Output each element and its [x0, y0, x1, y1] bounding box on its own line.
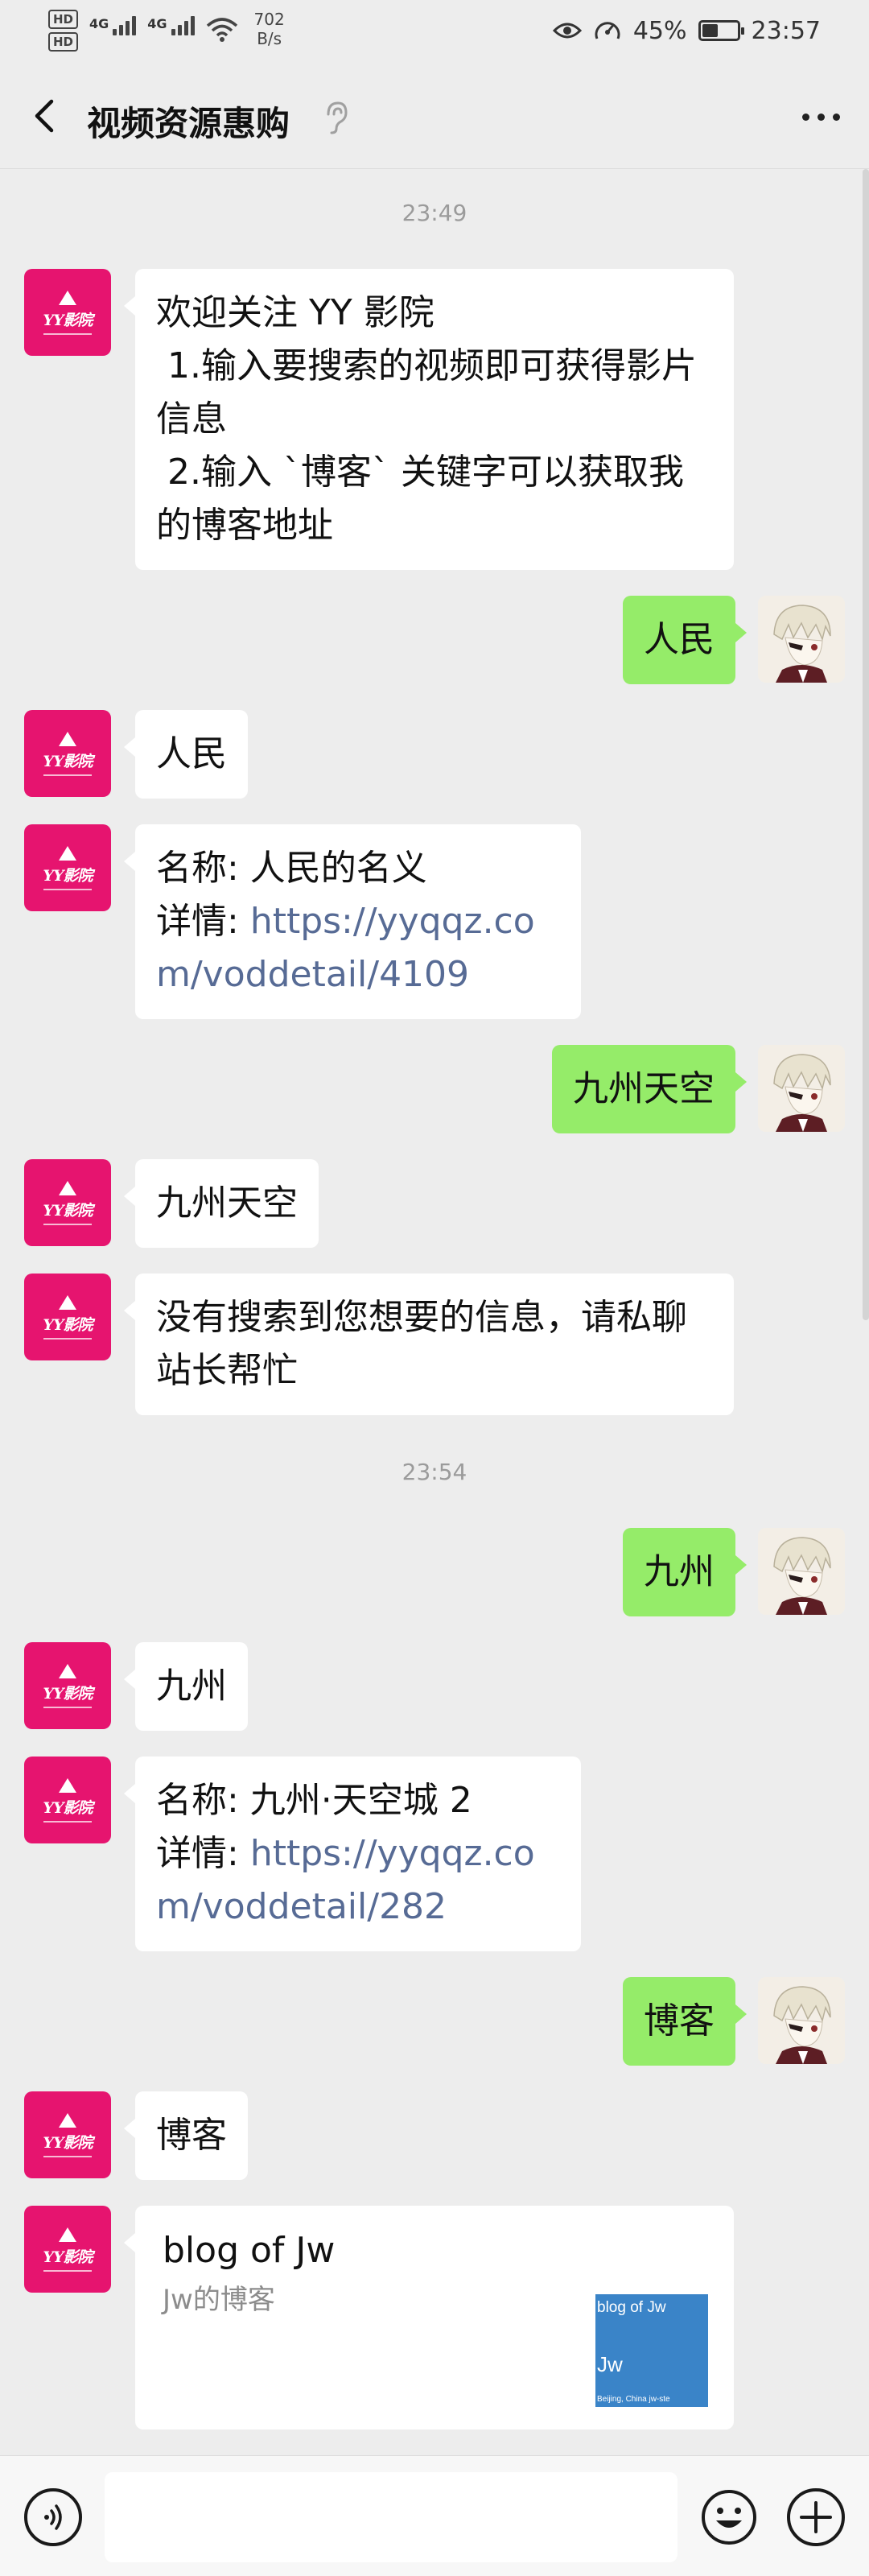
- message-bubble-in[interactable]: 名称: 九州·天空城 2 详情: https://yyqqz.com/vodde…: [124, 1757, 581, 1951]
- timestamp-2: 23:54: [402, 1459, 467, 1485]
- user-avatar-image: [758, 1977, 845, 2064]
- wifi-icon: [206, 18, 237, 42]
- bot-avatar[interactable]: YY影院: [24, 1757, 111, 1843]
- network-type-1: 4G: [89, 16, 109, 31]
- user-avatar-image: [758, 1528, 845, 1615]
- user-avatar[interactable]: [758, 1977, 845, 2064]
- input-bar: [0, 2455, 869, 2576]
- bot-avatar[interactable]: YY影院: [24, 269, 111, 356]
- detail-label: 详情:: [156, 1833, 250, 1874]
- message-bubble-out[interactable]: 博客: [623, 1977, 747, 2066]
- signal-icon-1: 4G: [89, 16, 137, 35]
- message-bubble-in[interactable]: 人民: [124, 710, 248, 799]
- network-speed-value: 702: [253, 10, 285, 29]
- message-bubble-in[interactable]: 欢迎关注 YY 影院 1.输入要搜索的视频即可获得影片信息 2.输入 `博客` …: [124, 269, 734, 570]
- link-card-thumbnail: blog of Jw Jw Beijing, China jw-ste: [595, 2294, 708, 2407]
- user-avatar[interactable]: [758, 596, 845, 683]
- battery-icon: [698, 20, 744, 41]
- bot-avatar[interactable]: YY影院: [24, 1274, 111, 1360]
- chat-area[interactable]: 23:49 YY影院 欢迎关注 YY 影院 1.输入要搜索的视频即可获得影片信息…: [0, 169, 869, 2455]
- battery-percent: 45%: [632, 16, 687, 45]
- bot-avatar[interactable]: YY影院: [24, 2206, 111, 2293]
- detail-label: 详情:: [156, 901, 250, 942]
- message-bubble-in[interactable]: 名称: 人民的名义 详情: https://yyqqz.com/voddetai…: [124, 824, 581, 1019]
- status-bar: HD HD 4G 4G 702 B/s 45% 23:57: [0, 0, 869, 64]
- performance-icon: [595, 22, 620, 39]
- chat-header: 视频资源惠购: [0, 64, 869, 169]
- bot-avatar[interactable]: YY影院: [24, 824, 111, 911]
- ear-icon: [327, 101, 348, 134]
- signal-icon-2: 4G: [147, 16, 195, 35]
- back-icon[interactable]: [24, 93, 69, 138]
- eye-icon: [552, 23, 582, 39]
- more-functions-button[interactable]: [787, 2488, 845, 2546]
- message-bubble-in[interactable]: 九州天空: [124, 1159, 319, 1248]
- thumbnail-title: blog of Jw: [597, 2299, 666, 2316]
- bot-avatar[interactable]: YY影院: [24, 2091, 111, 2178]
- network-speed: 702 B/s: [254, 10, 285, 48]
- voice-input-button[interactable]: [24, 2488, 82, 2546]
- hd-indicators: HD HD: [48, 10, 79, 52]
- user-avatar[interactable]: [758, 1528, 845, 1615]
- hd-badge-1: HD: [48, 10, 79, 29]
- status-left: HD HD 4G 4G 702 B/s: [48, 10, 285, 52]
- user-avatar-image: [758, 1045, 845, 1132]
- timestamp-1: 23:49: [402, 200, 467, 226]
- scrollbar[interactable]: [863, 169, 869, 1320]
- more-options-button[interactable]: [797, 105, 845, 129]
- chat-title: 视频资源惠购: [87, 104, 290, 143]
- battery-level-fill: [702, 24, 718, 37]
- message-input[interactable]: [105, 2472, 677, 2562]
- message-bubble-out[interactable]: 人民: [623, 596, 747, 684]
- clock: 23:57: [751, 16, 821, 45]
- message-line: 名称: 九州·天空城 2: [156, 1780, 472, 1821]
- link-card[interactable]: blog of Jw Jw的博客 blog of Jw Jw Beijing, …: [124, 2206, 734, 2429]
- more-dot: [817, 113, 825, 121]
- bot-avatar[interactable]: YY影院: [24, 710, 111, 797]
- bot-avatar[interactable]: YY影院: [24, 1159, 111, 1246]
- plus-icon: [800, 2501, 832, 2533]
- hd-badge-2: HD: [48, 32, 79, 52]
- message-bubble-out[interactable]: 九州天空: [552, 1045, 747, 1133]
- message-line: 名称: 人民的名义: [156, 848, 427, 889]
- user-avatar-image: [758, 596, 845, 683]
- more-dot: [832, 113, 840, 121]
- thumbnail-footer: Beijing, China jw-ste: [597, 2395, 670, 2404]
- voice-icon: [44, 2504, 62, 2530]
- thumbnail-main-text: Jw: [597, 2352, 623, 2376]
- link-card-title: blog of Jw: [163, 2230, 336, 2271]
- more-dot: [801, 113, 809, 121]
- message-bubble-in[interactable]: 没有搜索到您想要的信息，请私聊站长帮忙: [124, 1274, 734, 1415]
- message-bubble-out[interactable]: 九州: [623, 1528, 747, 1616]
- message-bubble-in[interactable]: 博客: [124, 2091, 248, 2180]
- network-type-2: 4G: [147, 16, 167, 31]
- message-bubble-in[interactable]: 九州: [124, 1642, 248, 1731]
- user-avatar[interactable]: [758, 1045, 845, 1132]
- emoji-icon[interactable]: [700, 2488, 758, 2546]
- network-speed-unit: B/s: [257, 29, 282, 48]
- status-right: 45% 23:57: [552, 16, 821, 45]
- bot-avatar[interactable]: YY影院: [24, 1642, 111, 1729]
